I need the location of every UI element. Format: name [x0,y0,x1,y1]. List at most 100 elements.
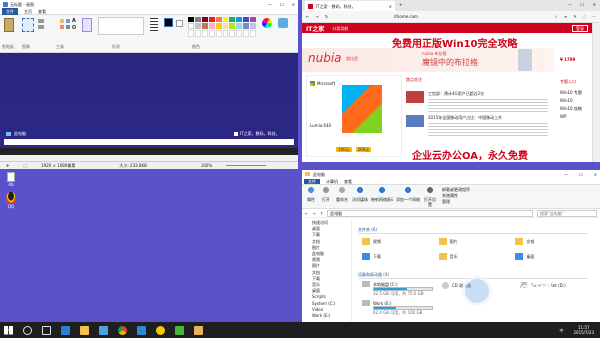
eraser-icon[interactable] [60,25,64,29]
search-icon[interactable] [23,325,32,335]
language-indicator[interactable]: 中 [559,328,563,333]
explorer-back-icon[interactable]: ← [305,211,308,216]
paint-tab-view[interactable]: 查看 [38,9,46,14]
folder-item[interactable]: 下载 [362,253,439,260]
headline-1[interactable]: 工信部：预计4G用户已超过2亿 [428,91,484,96]
explorer-minimize-button[interactable]: — [564,172,568,177]
ribbon-uninstall[interactable]: 卸载或更改程序 [442,187,470,192]
ribbon-system[interactable]: 系统属性 [442,193,470,198]
folders-header[interactable]: 文件夹 (6) [358,227,377,232]
resize-icon[interactable] [38,25,44,29]
more-icon[interactable]: ··· [592,14,596,19]
site-nav[interactable]: 分类导航 [332,26,348,31]
bottom-banner[interactable]: 企业云办公OA，永久免费 [412,147,528,162]
ribbon-media[interactable]: 访问媒体 [352,187,368,202]
browser-maximize-button[interactable]: ☐ [580,2,584,7]
ribbon-open[interactable]: 打开 [320,187,332,202]
nav-item[interactable]: Work (E:) [312,313,351,319]
explorer-tab-file[interactable]: 文件 [304,178,320,184]
paint-tab-home[interactable]: 主页 [24,9,32,14]
ribbon-add-location[interactable]: 添加一个网络位置 [396,187,420,202]
green-app-icon[interactable] [175,325,184,335]
right-item[interactable]: Win10 攻略 [560,105,582,113]
desktop-icon[interactable]: Ab [4,172,18,187]
new-tab-button[interactable]: + [399,2,402,7]
address-field[interactable]: ithome.com [394,14,418,19]
qq-taskbar-icon[interactable] [156,325,165,335]
explorer-close-button[interactable]: ✕ [594,172,597,177]
drive-e[interactable]: Work (E:) 62.4 GB 可用，共 100 GB [362,300,442,315]
browser-close-button[interactable]: ✕ [593,2,596,7]
color1-swatch[interactable] [164,18,173,27]
reading-icon[interactable]: ☆ [554,14,558,19]
desktop-icon[interactable]: QQ [4,192,18,209]
edit-colors-icon[interactable] [262,18,272,28]
browser-tab[interactable]: IT之家 - 数码，科技， ✕ [305,1,395,11]
store-icon[interactable] [99,325,108,335]
clock[interactable]: 11:57 2015/7/23 [573,325,594,335]
fill-icon[interactable] [66,19,70,23]
ribbon-properties[interactable]: 属性 [305,187,317,202]
tab-close-icon[interactable]: ✕ [389,4,392,9]
pencil-icon[interactable] [60,19,64,23]
media-icon[interactable] [137,325,146,335]
maximize-button[interactable]: ☐ [280,2,284,7]
shapes-gallery[interactable] [98,17,144,35]
ribbon-settings[interactable]: 打开设置 [423,187,437,207]
folder-item[interactable]: 文档 [515,238,592,245]
notes-icon[interactable]: ✎ [573,14,576,19]
paste-icon[interactable] [4,18,14,32]
explorer-search[interactable]: 搜索"此电脑" [537,209,597,217]
share-icon[interactable]: ◌ [583,14,587,19]
drive-c[interactable]: 本地磁盘 (C:) 32.5 GB 可用，共 75.0 GB [362,281,442,296]
color2-swatch[interactable] [176,20,183,27]
select-tool-icon[interactable] [22,18,34,32]
folder-item[interactable]: 图片 [438,238,516,245]
browser-scrollbar[interactable] [592,23,600,162]
explorer-tab-view[interactable]: 查看 [344,179,352,184]
explorer-tab-computer[interactable]: 计算机 [326,179,338,184]
hub-icon[interactable]: ≡ [564,14,567,19]
ribbon-map-drive[interactable]: 映射网络驱动器 [371,187,393,202]
browser-minimize-button[interactable]: — [568,2,572,7]
headline-2[interactable]: 2015年全国移动用户占比：中国移动上升 [428,115,502,120]
folder-item[interactable]: 桌面 [515,253,592,260]
explorer-icon[interactable] [80,325,89,335]
start-icon[interactable] [4,325,13,335]
task-view-icon[interactable] [42,325,51,335]
explorer-path[interactable]: 此电脑 [327,209,533,217]
magnifier-icon[interactable] [72,25,76,29]
right-item[interactable]: Win10 专题 [560,89,582,97]
color-palette[interactable] [188,17,256,37]
explorer-up-icon[interactable]: ↑ [320,211,323,216]
refresh-icon[interactable]: ↻ [325,14,328,19]
paint3d-icon[interactable] [278,18,288,28]
chrome-icon[interactable] [118,325,127,335]
explorer-forward-icon[interactable]: → [312,211,315,216]
picker-icon[interactable] [66,25,70,29]
ribbon-manage[interactable]: 管理 [442,199,470,204]
zoom-slider[interactable] [226,165,267,166]
paint-taskbar-icon[interactable] [194,325,203,335]
explorer-maximize-button[interactable]: ☐ [579,172,583,177]
login-link[interactable]: 登录 [572,24,588,32]
right-item[interactable]: WP [560,113,582,121]
folder-item[interactable]: 音乐 [438,253,516,260]
promo-bar[interactable]: 100元 200元 [336,147,372,152]
paint-tab-file[interactable]: 文件 [2,7,18,15]
ribbon-rename[interactable]: 重命名 [335,187,349,202]
close-button[interactable]: ✕ [292,2,295,7]
folder-item[interactable]: 视频 [362,238,439,245]
size-icon[interactable] [150,18,158,32]
paint-canvas[interactable]: 此电脑 IT之家，数码，科技， [0,53,298,155]
text-tool-icon[interactable]: A [72,18,76,24]
forward-icon[interactable]: → [315,14,318,19]
right-item[interactable]: Win10 [560,97,582,105]
site-logo[interactable]: IT之家 [306,24,324,33]
edge-icon[interactable] [61,325,70,335]
brush-icon[interactable] [82,18,92,32]
minimize-button[interactable]: — [268,2,272,7]
crop-icon[interactable] [38,19,44,23]
back-icon[interactable]: ← [306,14,309,19]
drives-header[interactable]: 设备和驱动器 (4) [358,272,389,277]
